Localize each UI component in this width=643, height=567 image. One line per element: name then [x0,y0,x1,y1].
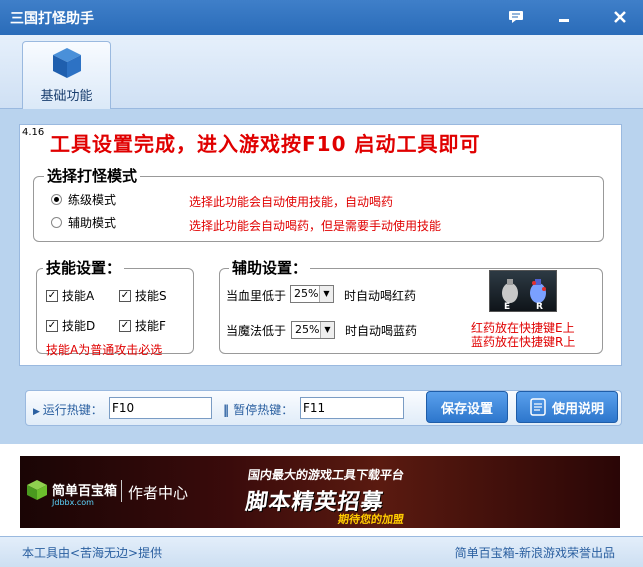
hp-prefix: 当血里低于 [226,289,287,303]
skill-group-title: 技能设置： [43,259,125,277]
chevron-down-icon: ▼ [319,286,333,302]
chat-icon[interactable] [504,6,528,28]
checkmark-icon: ✓ [46,319,58,332]
close-icon[interactable] [608,6,632,28]
checkbox-label: 技能D [62,319,96,333]
chevron-down-icon: ▼ [320,322,334,338]
minimize-icon[interactable] [552,6,576,28]
radio-dot [51,217,62,228]
headline: 工具设置完成，进入游戏按F10 启动工具即可 [50,132,481,156]
hp-threshold-select[interactable]: 25% ▼ [290,285,334,303]
skill-note: 技能A为普通攻击必选 [46,343,163,357]
mode-group-title: 选择打怪模式 [44,167,141,185]
mp-suffix: 时自动喝蓝药 [345,324,418,338]
hp-threshold-value: 25% [294,287,319,300]
radio-label: 练级模式 [68,193,117,207]
play-icon: ▶ [33,407,43,417]
checkbox-label: 技能S [135,289,167,303]
radio-leveling-mode[interactable]: 练级模式 [51,191,116,208]
run-hotkey-label: ▶ 运行热键： [33,403,103,417]
checkbox-skill-d[interactable]: ✓ 技能D [46,317,95,334]
run-hotkey-input[interactable]: F10 [109,397,212,419]
checkbox-skill-a[interactable]: ✓ 技能A [46,287,94,304]
mode-desc-assist: 选择此功能会自动喝药，但是需要手动使用技能 [189,219,442,233]
save-settings-label: 保存设置 [440,401,493,417]
radio-dot-selected [51,194,62,205]
pause-hotkey-label: ‖ 暂停热键： [223,403,294,417]
banner-slogan: 期待您的加盟 [337,513,405,526]
checkmark-icon: ✓ [119,289,131,302]
mp-threshold-value: 25% [295,323,320,336]
checkbox-label: 技能A [62,289,95,303]
checkmark-icon: ✓ [119,319,131,332]
title-bar: 三国打怪助手 [0,0,643,35]
checkbox-skill-s[interactable]: ✓ 技能S [119,287,167,304]
window-title: 三国打怪助手 [10,11,94,27]
banner-brand-sub: Jdbbx.com [52,498,94,507]
help-button[interactable]: 使用说明 [516,391,618,423]
potion-image: E R [489,270,557,312]
radio-label: 辅助模式 [68,216,117,230]
tab-label: 基础功能 [40,89,93,104]
version-label: 4.16 [22,127,45,138]
checkmark-icon: ✓ [46,289,58,302]
banner-separator [121,480,122,502]
banner-brand: 简单百宝箱 [52,484,118,499]
help-button-label: 使用说明 [551,401,604,417]
save-settings-button[interactable]: 保存设置 [426,391,508,423]
box-logo-icon [27,480,47,500]
radio-assist-mode[interactable]: 辅助模式 [51,214,116,231]
mp-prefix: 当魔法低于 [226,324,287,338]
document-icon [530,398,546,416]
potion-icon: E R [502,279,546,312]
potion-key-r: R [536,302,543,312]
footer: 本工具由<苦海无边>提供 简单百宝箱-新浪游戏荣誉出品 [0,536,643,567]
nav-band: 基础功能 [0,35,643,109]
banner-top-line: 国内最大的游戏工具下载平台 [246,468,405,482]
footer-credit[interactable]: 本工具由<苦海无边>提供 [22,544,162,561]
cube-icon [53,48,81,78]
checkbox-label: 技能F [135,319,166,333]
potion-hint-2: 蓝药放在快捷键R上 [471,335,576,349]
pause-icon: ‖ [223,403,234,417]
potion-key-e: E [504,302,510,312]
banner-author-center: 作者中心 [128,484,189,502]
footer-publisher[interactable]: 简单百宝箱-新浪游戏荣誉出品 [455,544,615,561]
pause-hotkey-input[interactable]: F11 [300,397,404,419]
mp-threshold-select[interactable]: 25% ▼ [291,321,335,339]
hp-suffix: 时自动喝红药 [344,289,417,303]
tab-basic-functions[interactable]: 基础功能 [22,41,111,109]
mode-desc-leveling: 选择此功能会自动使用技能，自动喝药 [189,195,394,209]
assist-group-title: 辅助设置： [229,259,311,277]
ad-banner[interactable]: 简单百宝箱 Jdbbx.com 作者中心 国内最大的游戏工具下载平台 脚本精英招… [20,456,620,528]
checkbox-skill-f[interactable]: ✓ 技能F [119,317,166,334]
